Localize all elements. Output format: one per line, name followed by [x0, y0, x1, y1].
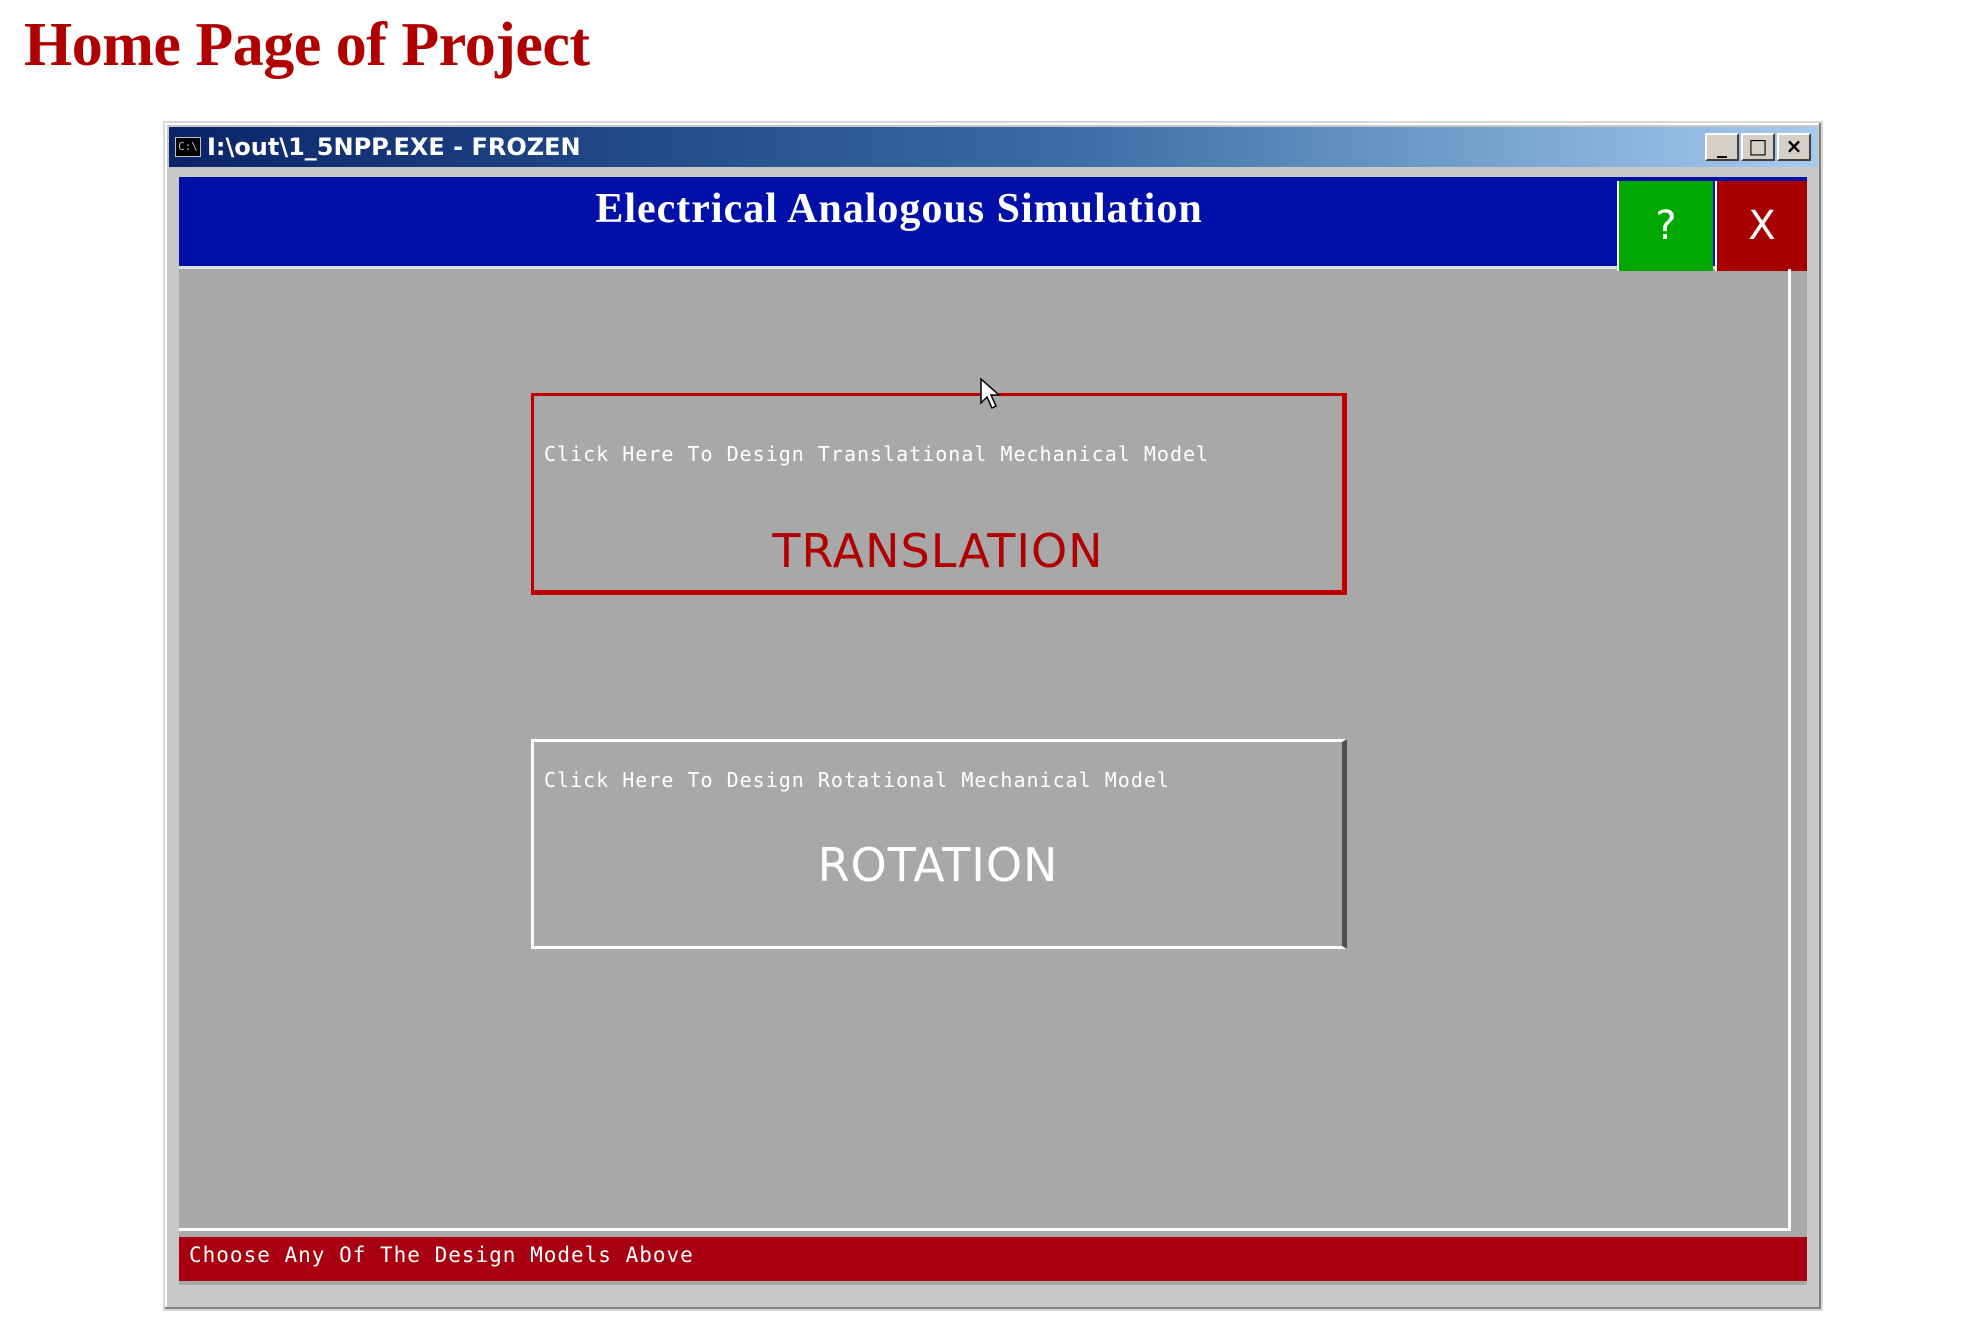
minimize-button[interactable]: _ [1705, 133, 1739, 161]
app-client-area: Electrical Analogous Simulation ? X Clic… [179, 177, 1807, 1285]
window-title: I:\out\1_5NPP.EXE - FROZEN [207, 133, 581, 161]
page-title: Home Page of Project [24, 11, 590, 79]
window-close-button[interactable]: × [1777, 133, 1811, 161]
rotation-hint: Click Here To Design Rotational Mechanic… [544, 768, 1170, 792]
mouse-cursor-icon [980, 377, 1001, 410]
rotation-label: ROTATION [817, 838, 1059, 892]
app-header: Electrical Analogous Simulation ? X [179, 177, 1807, 271]
app-close-button[interactable]: X [1715, 181, 1807, 271]
content-area: Click Here To Design Translational Mecha… [179, 269, 1791, 1231]
app-header-title: Electrical Analogous Simulation [595, 186, 1203, 232]
page: Home Page of Project C:\ I:\out\1_5NPP.E… [0, 0, 1972, 1328]
rotation-model-button[interactable]: Click Here To Design Rotational Mechanic… [531, 739, 1347, 949]
console-icon: C:\ [175, 137, 201, 157]
translation-hint: Click Here To Design Translational Mecha… [544, 442, 1210, 466]
window-controls: _ □ × [1703, 133, 1811, 161]
maximize-button[interactable]: □ [1741, 133, 1775, 161]
window-titlebar[interactable]: C:\ I:\out\1_5NPP.EXE - FROZEN _ □ × [169, 127, 1817, 167]
translation-label: TRANSLATION [772, 524, 1104, 578]
status-text: Choose Any Of The Design Models Above [189, 1243, 694, 1267]
status-bar: Choose Any Of The Design Models Above [179, 1237, 1807, 1281]
translation-model-button[interactable]: Click Here To Design Translational Mecha… [531, 393, 1347, 595]
help-button[interactable]: ? [1617, 181, 1713, 271]
console-window: C:\ I:\out\1_5NPP.EXE - FROZEN _ □ × Ele… [163, 121, 1823, 1311]
